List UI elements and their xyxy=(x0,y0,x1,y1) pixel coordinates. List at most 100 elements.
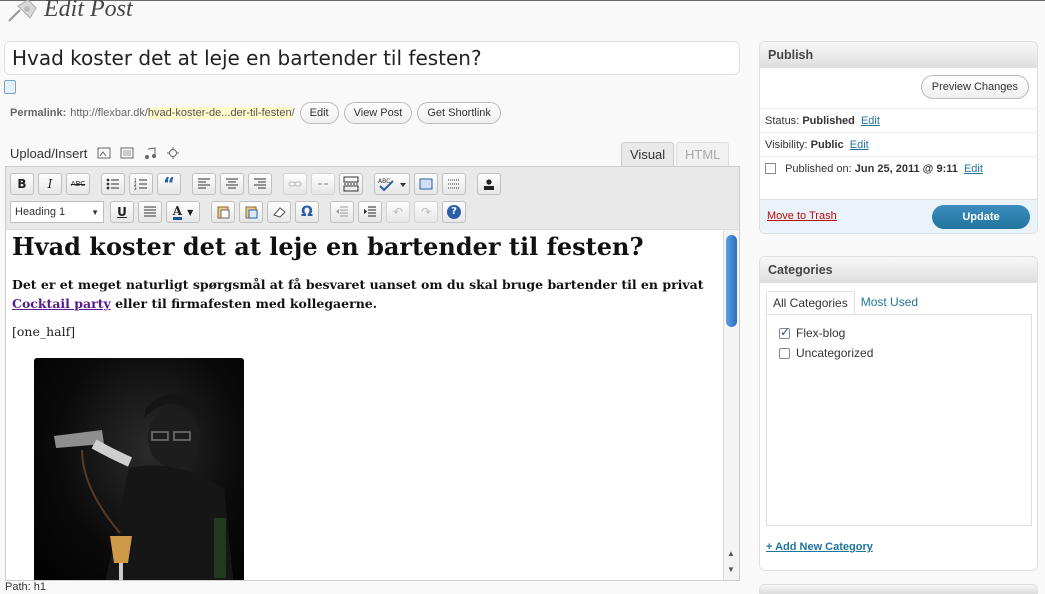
svg-text:ABC: ABC xyxy=(378,178,390,185)
permalink-label: Permalink: xyxy=(10,107,67,119)
redo-button[interactable]: ↷ xyxy=(414,201,438,223)
published-label: Published on: xyxy=(785,163,852,175)
edit-visibility-link[interactable]: Edit xyxy=(850,139,869,151)
remove-format-button[interactable] xyxy=(267,201,291,223)
categories-box: Categories All Categories Most Used Flex… xyxy=(759,256,1038,571)
bartender-photo[interactable] xyxy=(34,358,244,580)
insert-more-button[interactable] xyxy=(339,173,363,195)
published-line: Published on: Jun 25, 2011 @ 9:11 Edit xyxy=(765,161,983,177)
permalink-trail: / xyxy=(291,107,295,119)
editor-scrollbar[interactable]: ▲ ▼ xyxy=(723,230,739,580)
link-icon[interactable] xyxy=(4,80,16,94)
align-left-button[interactable] xyxy=(192,173,216,195)
categories-heading[interactable]: Categories xyxy=(760,257,1037,283)
undo-button[interactable]: ↶ xyxy=(386,201,410,223)
audio-icon[interactable] xyxy=(143,147,157,159)
content-heading: Hvad koster det at leje en bartender til… xyxy=(12,232,644,261)
numbered-list-button[interactable]: 123 xyxy=(129,173,153,195)
align-right-button[interactable] xyxy=(248,173,272,195)
outdent-button[interactable] xyxy=(330,201,354,223)
category-tabs: All Categories Most Used xyxy=(766,291,924,315)
view-post-button[interactable]: View Post xyxy=(343,102,413,124)
add-new-category-link[interactable]: + Add New Category xyxy=(766,541,873,553)
visibility-label: Visibility: xyxy=(765,139,808,151)
publish-heading[interactable]: Publish xyxy=(760,42,1037,68)
cocktail-party-link[interactable]: Cocktail party xyxy=(12,296,111,311)
text-color-icon: A xyxy=(172,203,183,220)
category-item-uncategorized[interactable]: Uncategorized xyxy=(779,345,873,361)
user-icon xyxy=(484,179,494,190)
kitchen-sink-button[interactable] xyxy=(442,173,466,195)
tab-most-used[interactable]: Most Used xyxy=(855,291,924,315)
undo-icon: ↶ xyxy=(392,205,404,219)
link-icon xyxy=(288,181,302,187)
insert-link-button[interactable] xyxy=(283,173,307,195)
indent-icon xyxy=(364,206,376,217)
align-left-icon xyxy=(198,178,210,189)
justify-icon xyxy=(144,206,156,217)
update-button[interactable]: Update xyxy=(932,205,1030,229)
underline-button[interactable]: U xyxy=(110,201,134,223)
preview-changes-button[interactable]: Preview Changes xyxy=(920,75,1029,99)
category-checkbox-checked[interactable] xyxy=(779,325,790,339)
spellcheck-icon: ABC xyxy=(378,178,406,191)
category-label: Flex-blog xyxy=(796,326,846,340)
visibility-line: Visibility: Public Edit xyxy=(765,137,869,153)
category-checkbox[interactable] xyxy=(779,347,790,359)
post-title-input[interactable]: Hvad koster det at leje en bartender til… xyxy=(4,41,740,75)
image-icon[interactable] xyxy=(97,147,111,159)
edit-date-link[interactable]: Edit xyxy=(964,163,983,175)
format-select[interactable]: Heading 1 ▼ xyxy=(10,201,104,223)
chevron-down-icon: ▼ xyxy=(187,207,194,217)
move-to-trash-link[interactable]: Move to Trash xyxy=(767,210,837,222)
editor-path-bar: Path: h1 xyxy=(5,581,46,593)
justify-button[interactable] xyxy=(138,201,162,223)
paste-word-icon xyxy=(245,206,258,219)
align-right-icon xyxy=(254,178,266,189)
editor-content-area[interactable]: Hvad koster det at leje en bartender til… xyxy=(6,229,739,580)
help-button[interactable]: ? xyxy=(442,201,466,223)
align-center-button[interactable] xyxy=(220,173,244,195)
toolbar-row-2: Heading 1 ▼ U A ▼ Ω ↶ ↷ ? xyxy=(10,200,470,224)
content-paragraph: Det er et meget naturligt spørgsmål at f… xyxy=(12,275,712,313)
scroll-up-icon[interactable]: ▲ xyxy=(727,549,735,558)
page-title: Edit Post xyxy=(44,0,133,22)
paste-text-button[interactable] xyxy=(211,201,235,223)
strikethrough-button[interactable]: ABC xyxy=(66,173,90,195)
fullscreen-button[interactable] xyxy=(414,173,438,195)
kitchen-sink-icon xyxy=(448,179,460,189)
get-shortlink-button[interactable]: Get Shortlink xyxy=(417,102,501,124)
paste-word-button[interactable] xyxy=(239,201,263,223)
category-list: Flex-blog Uncategorized xyxy=(766,314,1032,526)
category-label: Uncategorized xyxy=(796,346,874,360)
bartender-illustration xyxy=(54,394,234,580)
indent-button[interactable] xyxy=(358,201,382,223)
special-char-button[interactable]: Ω xyxy=(295,201,319,223)
visibility-value: Public xyxy=(810,139,844,151)
scroll-thumb[interactable] xyxy=(726,235,737,327)
edit-permalink-button[interactable]: Edit xyxy=(299,102,339,124)
window-top-border xyxy=(0,0,1045,1)
paragraph-text-start: Det er et meget naturligt spørgsmål at f… xyxy=(12,277,704,292)
calendar-icon xyxy=(765,163,776,174)
spellcheck-button[interactable]: ABC xyxy=(374,173,410,195)
unlink-button[interactable] xyxy=(311,173,335,195)
tab-visual[interactable]: Visual xyxy=(621,142,675,166)
tab-html[interactable]: HTML xyxy=(676,142,730,166)
next-meta-box xyxy=(759,584,1038,594)
edit-status-link[interactable]: Edit xyxy=(861,115,880,127)
media-star-icon[interactable] xyxy=(166,147,180,159)
user-button[interactable] xyxy=(477,173,501,195)
bullet-list-icon xyxy=(106,178,119,190)
bold-button[interactable]: B xyxy=(10,173,34,195)
italic-button[interactable]: I xyxy=(38,173,62,195)
blockquote-button[interactable]: “ xyxy=(157,173,181,195)
tab-all-categories[interactable]: All Categories xyxy=(766,291,855,315)
permalink-slug[interactable]: hvad-koster-de...der-til-festen xyxy=(147,107,292,119)
text-color-button[interactable]: A ▼ xyxy=(166,201,200,223)
video-icon[interactable] xyxy=(120,147,134,159)
category-item-flex-blog[interactable]: Flex-blog xyxy=(779,325,845,341)
status-value: Published xyxy=(802,115,855,127)
bullet-list-button[interactable] xyxy=(101,173,125,195)
scroll-down-icon[interactable]: ▼ xyxy=(727,565,735,574)
